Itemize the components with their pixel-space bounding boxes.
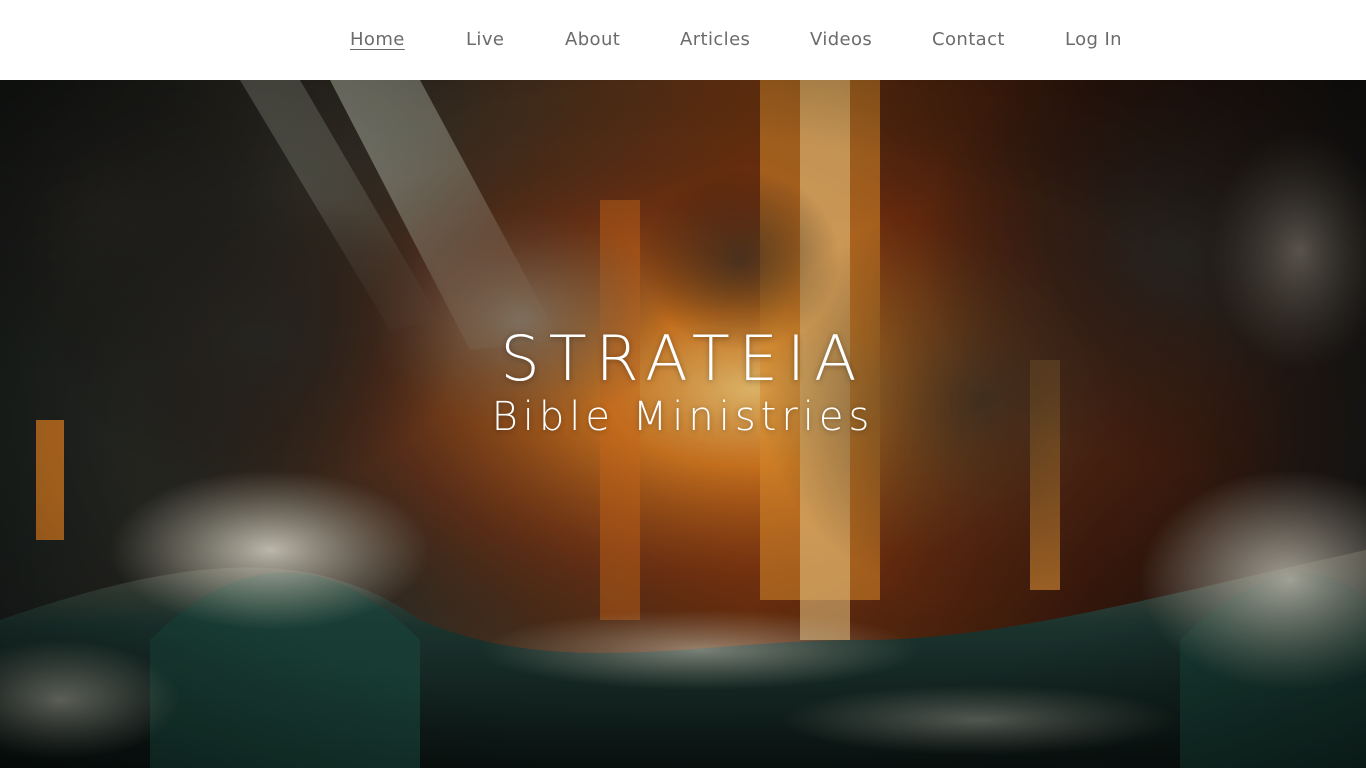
- top-navigation-bar: Home Live About Articles Videos Contact …: [0, 0, 1366, 80]
- nav-login-link[interactable]: Log In: [1065, 28, 1122, 52]
- nav-live-link[interactable]: Live: [466, 28, 504, 52]
- hero-subtitle: Bible Ministries: [491, 394, 875, 440]
- nav-about-link[interactable]: About: [565, 28, 620, 52]
- hero-title: STRATEIA: [500, 322, 866, 395]
- nav-home-link[interactable]: Home: [350, 28, 405, 52]
- hero-section: STRATEIA Bible Ministries: [0, 80, 1366, 768]
- nav-contact-link[interactable]: Contact: [932, 28, 1005, 52]
- nav-articles-link[interactable]: Articles: [680, 28, 750, 52]
- nav-videos-link[interactable]: Videos: [810, 28, 872, 52]
